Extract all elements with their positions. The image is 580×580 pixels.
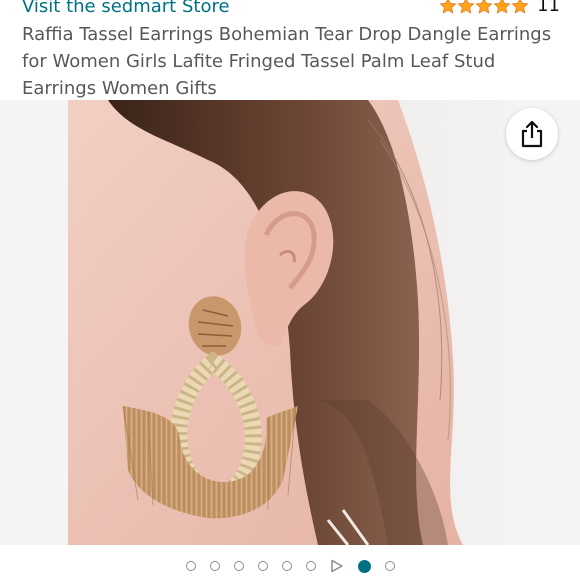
star-icon (439, 0, 457, 14)
rating-count[interactable]: 11 (537, 0, 560, 16)
pagination-dot[interactable] (305, 561, 316, 571)
rating[interactable]: 11 (439, 0, 560, 16)
share-button[interactable] (506, 108, 558, 160)
pagination-dot[interactable] (281, 561, 292, 571)
store-link[interactable]: Visit the sedmart Store (22, 0, 230, 17)
gallery-pagination (0, 556, 580, 576)
product-image[interactable] (68, 100, 513, 545)
star-icon (493, 0, 511, 14)
pagination-dot[interactable] (185, 561, 196, 571)
video-play-icon[interactable] (330, 559, 344, 573)
share-icon (521, 120, 543, 148)
pagination-dot[interactable] (233, 561, 244, 571)
image-gallery[interactable] (0, 100, 580, 545)
pagination-dot[interactable] (384, 561, 395, 571)
pagination-dot-active[interactable] (357, 559, 371, 573)
pagination-dot[interactable] (209, 561, 220, 571)
product-title: Raffia Tassel Earrings Bohemian Tear Dro… (22, 24, 552, 99)
star-rating (439, 0, 529, 15)
star-icon (457, 0, 475, 14)
star-icon (475, 0, 493, 14)
pagination-dot[interactable] (257, 561, 268, 571)
star-icon (511, 0, 529, 14)
